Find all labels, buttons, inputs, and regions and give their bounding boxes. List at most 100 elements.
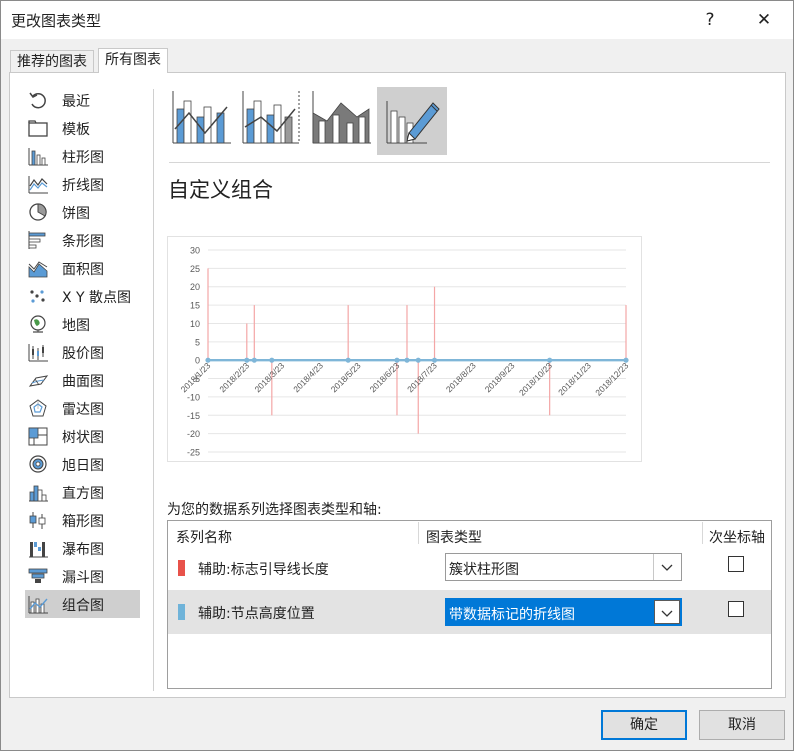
sidebar-item-histogram-chart[interactable]: 直方图 [25, 478, 140, 506]
sidebar-item-map-chart[interactable]: 地图 [25, 310, 140, 338]
tab-all-charts[interactable]: 所有图表 [98, 48, 168, 73]
x-tick-label: 2018/4/23 [291, 360, 325, 394]
header-divider [418, 522, 419, 544]
ok-button[interactable]: 确定 [601, 710, 687, 740]
help-button[interactable]: ? [687, 1, 733, 39]
surface-chart-icon [27, 370, 49, 390]
series-name: 辅助:节点高度位置 [198, 606, 315, 622]
x-tick-label: 2018/3/23 [252, 360, 286, 394]
y-tick-label: 30 [190, 246, 200, 256]
subtype-custom-combination[interactable] [377, 87, 447, 155]
line-marker [415, 357, 421, 363]
secondary-axis-checkbox[interactable] [728, 556, 744, 572]
x-tick-label: 2018/5/23 [329, 360, 363, 394]
sidebar-item-label: X Y 散点图 [62, 290, 132, 306]
line-marker [269, 357, 275, 363]
sidebar-item-waterfall-chart[interactable]: 瀑布图 [25, 534, 140, 562]
sunburst-chart-icon [27, 454, 49, 474]
secondary-axis-checkbox[interactable] [728, 601, 744, 617]
y-tick-label: 25 [190, 264, 200, 274]
chevron-down-icon[interactable] [653, 554, 681, 580]
x-tick-label: 2018/9/23 [483, 360, 517, 394]
sidebar-item-recent[interactable]: 最近 [25, 86, 140, 114]
header-chart-type: 图表类型 [426, 530, 482, 546]
sidebar-item-label: 地图 [62, 318, 90, 334]
sidebar-item-radar-chart[interactable]: 雷达图 [25, 394, 140, 422]
change-chart-type-dialog: 更改图表类型 ? ✕ 推荐的图表 所有图表 最近 模板 柱形图 折线图 饼图 条形图 面积图… [0, 0, 794, 751]
y-tick-label: 10 [190, 319, 200, 329]
selected-subtype-title: 自定义组合 [168, 178, 273, 202]
subtype-clustered-column-line-secondary-axis[interactable] [237, 87, 307, 155]
combo-chart-icon [27, 594, 49, 614]
clustered-column-line-icon [167, 91, 237, 159]
clustered-column-line-secondary-axis-icon [237, 91, 307, 159]
gallery-separator [169, 162, 770, 163]
sidebar-item-combo-chart[interactable]: 组合图 [25, 590, 140, 618]
sidebar-item-pie-chart[interactable]: 饼图 [25, 198, 140, 226]
treemap-chart-icon [27, 426, 49, 446]
sidebar-item-label: 面积图 [62, 262, 104, 278]
sidebar-item-stock-chart[interactable]: 股价图 [25, 338, 140, 366]
sidebar-divider [153, 89, 154, 691]
series-color-swatch [178, 560, 185, 576]
sidebar-item-label: 组合图 [62, 598, 104, 614]
subtype-clustered-column-line[interactable] [167, 87, 237, 155]
sidebar-item-label: 漏斗图 [62, 570, 104, 586]
y-tick-label: 15 [190, 301, 200, 311]
x-tick-label: 2018/7/23 [405, 360, 439, 394]
y-tick-label: -15 [187, 411, 200, 421]
sidebar-item-label: 模板 [62, 122, 90, 138]
line-marker [251, 357, 257, 363]
sidebar-item-sunburst-chart[interactable]: 旭日图 [25, 450, 140, 478]
sidebar-item-scatter-chart[interactable]: X Y 散点图 [25, 282, 140, 310]
sidebar-item-label: 最近 [62, 94, 90, 110]
title-bar [1, 1, 793, 39]
stacked-area-clustered-column-icon [307, 91, 377, 159]
tab-recommended-charts[interactable]: 推荐的图表 [10, 50, 94, 74]
subtype-stacked-area-clustered-column[interactable] [307, 87, 377, 155]
sidebar-item-column-chart[interactable]: 柱形图 [25, 142, 140, 170]
chart-type-dropdown[interactable]: 簇状柱形图 [445, 553, 682, 581]
y-tick-label: 5 [195, 337, 200, 347]
sidebar-item-line-chart[interactable]: 折线图 [25, 170, 140, 198]
sidebar-item-treemap-chart[interactable]: 树状图 [25, 422, 140, 450]
custom-combination-icon [377, 101, 447, 159]
histogram-chart-icon [27, 482, 49, 502]
sidebar-item-bar-chart[interactable]: 条形图 [25, 226, 140, 254]
sidebar-item-surface-chart[interactable]: 曲面图 [25, 366, 140, 394]
funnel-chart-icon [27, 566, 49, 586]
x-tick-label: 2018/8/23 [444, 360, 478, 394]
sidebar-item-box-whisker-chart[interactable]: 箱形图 [25, 506, 140, 534]
waterfall-chart-icon [27, 538, 49, 558]
y-tick-label: 0 [195, 356, 200, 366]
chart-type-value: 带数据标记的折线图 [449, 607, 575, 623]
chevron-down-icon[interactable] [654, 600, 680, 624]
sidebar-item-label: 旭日图 [62, 458, 104, 474]
header-secondary-axis: 次坐标轴 [709, 530, 765, 546]
line-chart-icon [27, 174, 49, 194]
chart-type-value: 簇状柱形图 [449, 562, 519, 578]
y-tick-label: -20 [187, 429, 200, 439]
series-name: 辅助:标志引导线长度 [198, 562, 329, 578]
sidebar-item-label: 树状图 [62, 430, 104, 446]
box-whisker-chart-icon [27, 510, 49, 530]
line-marker [345, 357, 351, 363]
pie-chart-icon [27, 202, 49, 222]
series-color-swatch [178, 604, 185, 620]
chart-type-dropdown[interactable]: 带数据标记的折线图 [445, 598, 682, 626]
recent-icon [27, 90, 49, 110]
sidebar-item-template-folder[interactable]: 模板 [25, 114, 140, 142]
sidebar-item-label: 柱形图 [62, 150, 104, 166]
sidebar-item-label: 瀑布图 [62, 542, 104, 558]
chart-preview-svg: 302520151050-5-10-15-20-252018/1/23 2018/… [179, 246, 631, 458]
sidebar-item-label: 箱形图 [62, 514, 104, 530]
series-prompt: 为您的数据系列选择图表类型和轴: [167, 502, 382, 518]
sidebar-item-area-chart[interactable]: 面积图 [25, 254, 140, 282]
cancel-button[interactable]: 取消 [699, 710, 785, 740]
sidebar-item-label: 饼图 [62, 206, 90, 222]
column-chart-icon [27, 146, 49, 166]
close-button[interactable]: ✕ [741, 1, 787, 39]
sidebar-item-funnel-chart[interactable]: 漏斗图 [25, 562, 140, 590]
chart-preview: 30 25 20 15 10 5 0 -5 -10 -15 -20 -25 2018/1/23 2018/… [167, 236, 642, 462]
sidebar-item-label: 雷达图 [62, 402, 104, 418]
